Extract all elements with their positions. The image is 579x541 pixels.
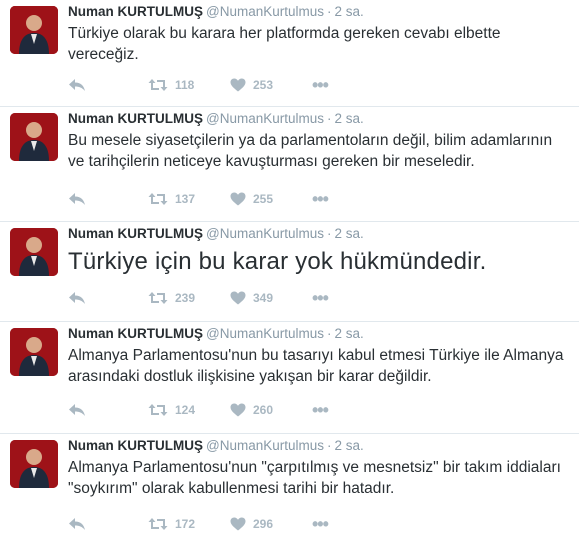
reply-button[interactable] <box>68 517 148 531</box>
tweet-actions: 118 253 ••• <box>68 75 329 95</box>
tweet-text: Bu mesele siyasetçilerin ya da parlament… <box>68 132 553 170</box>
tweet-text: Türkiye olarak bu karara her platformda … <box>68 25 501 63</box>
retweet-button[interactable]: 118 <box>148 78 230 92</box>
more-options-button[interactable]: ••• <box>312 75 329 95</box>
timestamp[interactable]: 2 sa. <box>335 111 364 126</box>
retweet-count: 124 <box>175 403 196 417</box>
avatar[interactable] <box>10 228 58 276</box>
tweet[interactable]: Numan KURTULMUŞ @NumanKurtulmus · 2 sa. Tür… <box>0 0 579 107</box>
tweet-actions: 137 255 ••• <box>68 189 329 209</box>
retweet-count: 118 <box>175 78 195 92</box>
tweet-text: Almanya Parlamentosu'nun bu tasarıyı kab… <box>68 347 564 385</box>
reply-button[interactable] <box>68 403 148 417</box>
reply-icon <box>69 79 85 91</box>
tweet-text: Türkiye için bu karar yok hükmündedir. <box>68 248 487 275</box>
more-dots-icon: ••• <box>312 288 329 308</box>
like-button[interactable]: 253 <box>230 78 312 92</box>
reply-icon <box>69 404 85 416</box>
author-name[interactable]: Numan KURTULMUŞ <box>68 111 203 126</box>
avatar-image <box>10 113 58 161</box>
retweet-button[interactable]: 239 <box>148 291 230 305</box>
separator: · <box>327 438 332 453</box>
more-options-button[interactable]: ••• <box>312 288 329 308</box>
like-count: 260 <box>253 403 274 417</box>
timestamp[interactable]: 2 sa. <box>335 4 364 19</box>
tweet-actions: 124 260 ••• <box>68 400 329 420</box>
author-name[interactable]: Numan KURTULMUŞ <box>68 226 203 241</box>
timestamp[interactable]: 2 sa. <box>335 226 364 241</box>
separator: · <box>327 326 332 341</box>
author-name[interactable]: Numan KURTULMUŞ <box>68 326 203 341</box>
avatar-image <box>10 228 58 276</box>
like-count: 255 <box>253 192 274 206</box>
author-handle[interactable]: @NumanKurtulmus <box>206 438 324 453</box>
avatar[interactable] <box>10 440 58 488</box>
like-button[interactable]: 255 <box>230 192 312 206</box>
avatar[interactable] <box>10 113 58 161</box>
avatar-image <box>10 6 58 54</box>
retweet-icon <box>148 79 168 91</box>
retweet-icon <box>148 404 168 416</box>
tweet[interactable]: Numan KURTULMUŞ @NumanKurtulmus · 2 sa. Bu … <box>0 107 579 222</box>
heart-icon <box>230 78 246 92</box>
author-handle[interactable]: @NumanKurtulmus <box>206 226 324 241</box>
more-dots-icon: ••• <box>312 400 329 420</box>
like-button[interactable]: 349 <box>230 291 312 305</box>
retweet-button[interactable]: 124 <box>148 403 230 417</box>
tweet-feed: Numan KURTULMUŞ @NumanKurtulmus · 2 sa. Tür… <box>0 0 579 541</box>
tweet[interactable]: Numan KURTULMUŞ @NumanKurtulmus · 2 sa. Alm… <box>0 434 579 541</box>
tweet[interactable]: Numan KURTULMUŞ @NumanKurtulmus · 2 sa. Tür… <box>0 222 579 322</box>
more-options-button[interactable]: ••• <box>312 514 329 534</box>
reply-button[interactable] <box>68 291 148 305</box>
retweet-button[interactable]: 172 <box>148 517 230 531</box>
separator: · <box>327 111 332 126</box>
timestamp[interactable]: 2 sa. <box>335 438 364 453</box>
author-handle[interactable]: @NumanKurtulmus <box>206 4 324 19</box>
retweet-count: 239 <box>175 291 196 305</box>
avatar[interactable] <box>10 328 58 376</box>
tweet[interactable]: Numan KURTULMUŞ @NumanKurtulmus · 2 sa. Alm… <box>0 322 579 434</box>
tweet-actions: 239 349 ••• <box>68 288 329 308</box>
like-button[interactable]: 260 <box>230 403 312 417</box>
heart-icon <box>230 517 246 531</box>
retweet-count: 172 <box>175 517 196 531</box>
reply-icon <box>69 193 85 205</box>
avatar[interactable] <box>10 6 58 54</box>
retweet-icon <box>148 292 168 304</box>
more-options-button[interactable]: ••• <box>312 400 329 420</box>
tweet-actions: 172 296 ••• <box>68 514 329 534</box>
author-name[interactable]: Numan KURTULMUŞ <box>68 4 203 19</box>
more-dots-icon: ••• <box>312 189 329 209</box>
like-count: 253 <box>253 78 274 92</box>
avatar-image <box>10 440 58 488</box>
retweet-icon <box>148 193 168 205</box>
retweet-count: 137 <box>175 192 196 206</box>
tweet-text: Almanya Parlamentosu'nun "çarpıtılmış ve… <box>68 459 561 497</box>
more-dots-icon: ••• <box>312 75 329 95</box>
retweet-icon <box>148 518 168 530</box>
more-options-button[interactable]: ••• <box>312 189 329 209</box>
separator: · <box>327 226 332 241</box>
timestamp[interactable]: 2 sa. <box>335 326 364 341</box>
reply-button[interactable] <box>68 192 148 206</box>
author-handle[interactable]: @NumanKurtulmus <box>206 326 324 341</box>
like-button[interactable]: 296 <box>230 517 312 531</box>
reply-button[interactable] <box>68 78 148 92</box>
author-handle[interactable]: @NumanKurtulmus <box>206 111 324 126</box>
separator: · <box>327 4 332 19</box>
reply-icon <box>69 518 85 530</box>
author-name[interactable]: Numan KURTULMUŞ <box>68 438 203 453</box>
heart-icon <box>230 403 246 417</box>
avatar-image <box>10 328 58 376</box>
reply-icon <box>69 292 85 304</box>
more-dots-icon: ••• <box>312 514 329 534</box>
heart-icon <box>230 192 246 206</box>
retweet-button[interactable]: 137 <box>148 192 230 206</box>
like-count: 349 <box>253 291 274 305</box>
heart-icon <box>230 291 246 305</box>
like-count: 296 <box>253 517 274 531</box>
